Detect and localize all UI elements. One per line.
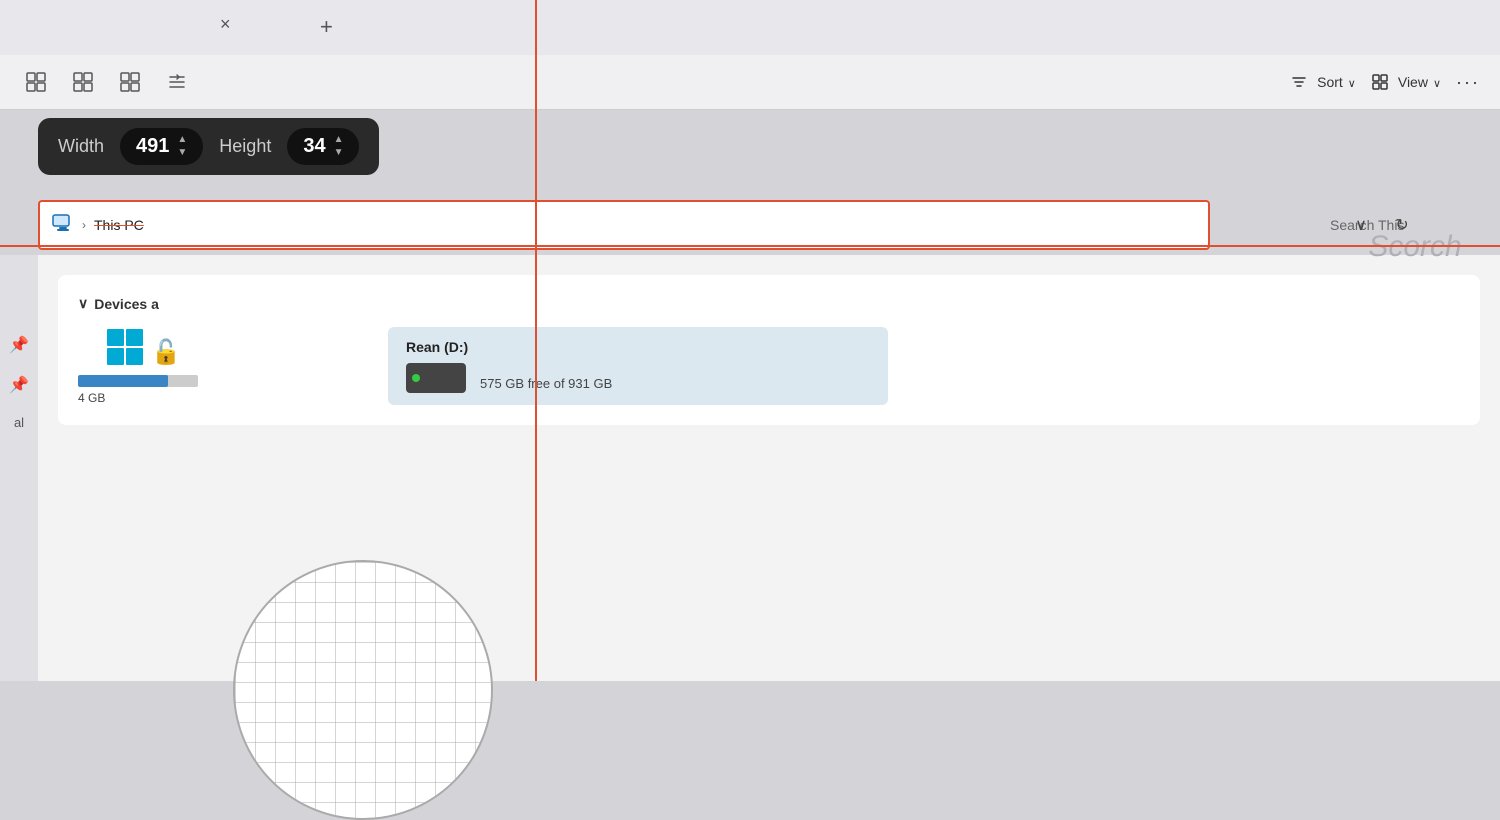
drive-c-item[interactable]: 🔓 4 GB bbox=[78, 327, 208, 405]
toolbar-icon-4[interactable] bbox=[161, 66, 193, 98]
drive-c-bar bbox=[78, 375, 198, 387]
address-refresh-button[interactable]: ↻ bbox=[1384, 207, 1420, 243]
dimension-tooltip: Width 491 ▲ ▼ Height 34 ▲ ▼ bbox=[38, 118, 379, 175]
tab-close-button[interactable]: × bbox=[220, 14, 231, 35]
view-label: View bbox=[1398, 74, 1428, 90]
address-path-text: This PC bbox=[94, 217, 144, 233]
sidebar-pin-2[interactable]: 📌 bbox=[9, 375, 29, 395]
height-up-arrow[interactable]: ▲ bbox=[334, 134, 344, 146]
main-content: ∨ Devices a 🔓 bbox=[38, 255, 1500, 681]
toolbar-icon-2[interactable] bbox=[67, 66, 99, 98]
sidebar-pin-1[interactable]: 📌 bbox=[9, 335, 29, 355]
tab-bar: × + bbox=[0, 0, 1500, 55]
section-chevron-icon: ∨ bbox=[78, 295, 88, 312]
drives-row: 🔓 4 GB R bbox=[78, 327, 1460, 405]
address-bar[interactable]: › This PC bbox=[38, 200, 1210, 250]
address-chevron-icon: › bbox=[82, 218, 86, 232]
height-value-box[interactable]: 34 ▲ ▼ bbox=[287, 128, 359, 165]
drive-d-item[interactable]: Rean (D:) 575 GB free of 931 GB bbox=[388, 327, 888, 405]
sidebar-al-text: al bbox=[0, 415, 38, 430]
address-dropdown-button[interactable]: ∨ bbox=[1343, 207, 1379, 243]
width-up-arrow[interactable]: ▲ bbox=[177, 134, 187, 146]
width-label: Width bbox=[58, 136, 104, 157]
magnifier-circle bbox=[233, 560, 493, 820]
height-stepper[interactable]: ▲ ▼ bbox=[334, 134, 344, 159]
width-stepper[interactable]: ▲ ▼ bbox=[177, 134, 187, 159]
drive-d-name: Rean (D:) bbox=[406, 339, 870, 355]
drive-c-free-text: 4 GB bbox=[78, 391, 208, 405]
toolbar-icon-3[interactable] bbox=[114, 66, 146, 98]
height-value: 34 bbox=[303, 135, 325, 158]
sort-chevron-icon: ∨ bbox=[1348, 77, 1356, 90]
section-title: Devices a bbox=[94, 296, 159, 312]
width-down-arrow[interactable]: ▼ bbox=[177, 147, 187, 159]
toolbar: Sort ∨ View ∨ ··· bbox=[0, 55, 1500, 110]
magnifier-grid bbox=[235, 562, 491, 818]
drive-hdd-icon bbox=[406, 363, 466, 393]
view-chevron-icon: ∨ bbox=[1433, 77, 1441, 90]
windows-logo-icon bbox=[105, 327, 145, 367]
devices-section: ∨ Devices a 🔓 bbox=[58, 275, 1480, 425]
drive-d-free-text: 575 GB free of 931 GB bbox=[480, 376, 870, 391]
drive-c-bar-fill bbox=[78, 375, 168, 387]
height-label: Height bbox=[219, 136, 271, 157]
sidebar-icons: 📌 📌 al bbox=[0, 255, 38, 681]
width-value: 491 bbox=[136, 135, 169, 158]
address-bar-actions: ∨ ↻ bbox=[1343, 200, 1420, 250]
height-down-arrow[interactable]: ▼ bbox=[334, 147, 344, 159]
width-value-box[interactable]: 491 ▲ ▼ bbox=[120, 128, 203, 165]
tab-add-button[interactable]: + bbox=[320, 14, 333, 40]
this-pc-icon bbox=[52, 214, 74, 237]
toolbar-icon-1[interactable] bbox=[20, 66, 52, 98]
section-header: ∨ Devices a bbox=[78, 295, 1460, 312]
drive-d-inner: 575 GB free of 931 GB bbox=[406, 363, 870, 393]
sort-button[interactable]: Sort ∨ bbox=[1290, 73, 1356, 91]
drive-hdd-light bbox=[412, 374, 420, 382]
sort-label: Sort bbox=[1317, 74, 1343, 90]
lock-icon: 🔓 bbox=[151, 338, 181, 367]
view-button[interactable]: View ∨ bbox=[1371, 73, 1441, 91]
more-options-button[interactable]: ··· bbox=[1456, 72, 1480, 93]
drive-c-icon-group: 🔓 bbox=[105, 327, 181, 367]
content-area: ∨ Devices a 🔓 bbox=[38, 255, 1500, 681]
